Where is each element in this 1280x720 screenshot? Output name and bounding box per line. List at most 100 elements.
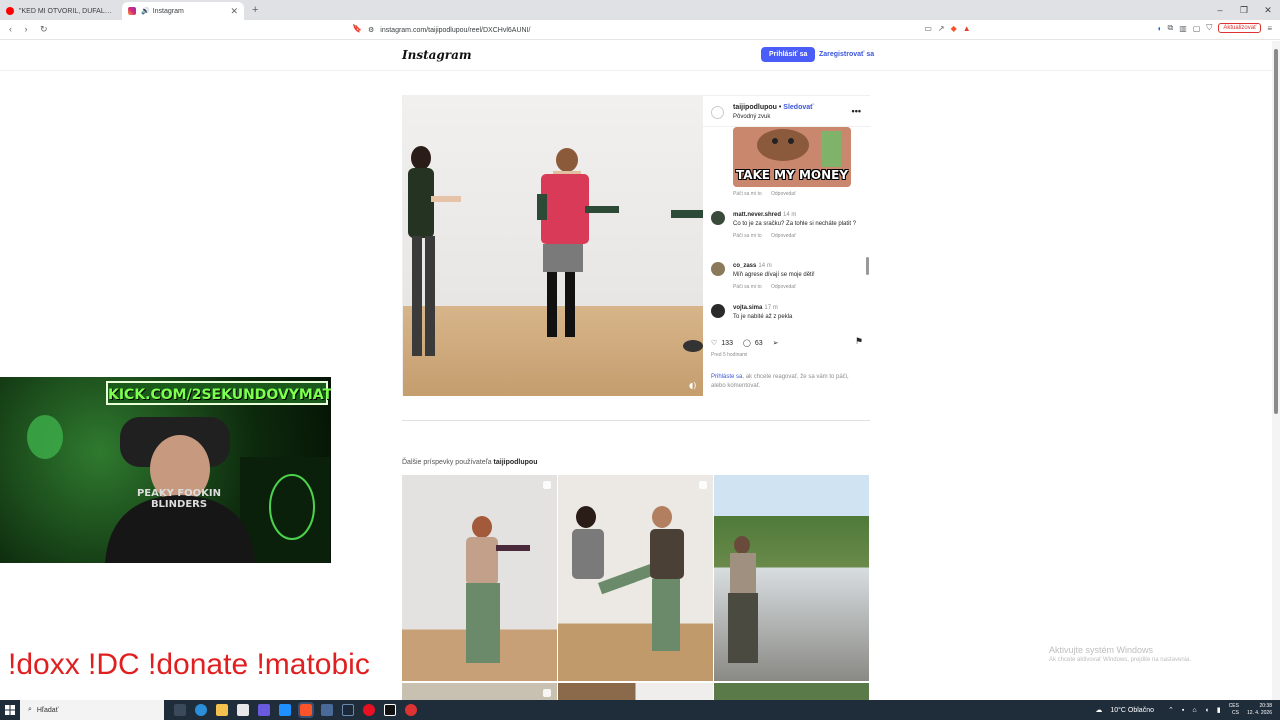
thumbnail-image	[572, 506, 684, 651]
minimize-icon[interactable]: –	[1208, 0, 1232, 20]
post-thumbnail[interactable]	[558, 475, 713, 681]
input-language[interactable]: CES CS	[1229, 703, 1239, 717]
author-username[interactable]: taijipodlupou	[733, 104, 777, 111]
save-icon[interactable]: ⚑	[855, 336, 863, 347]
speaker-icon: 🔊	[141, 8, 150, 15]
new-tab-button[interactable]: +	[252, 4, 258, 16]
post-thumbnail[interactable]	[714, 475, 869, 681]
extensions-icon[interactable]: ⧉	[1168, 23, 1174, 33]
comment-body: vojta.sima 17 m To je nabité až z pekla	[733, 304, 863, 322]
comments-scrollbar[interactable]	[866, 257, 869, 275]
author-avatar[interactable]	[711, 106, 724, 119]
tab-instagram[interactable]: 🔊 Instagram ✕	[122, 2, 244, 20]
close-window-icon[interactable]: ✕	[1256, 0, 1280, 20]
tray-icon[interactable]: ▪	[1182, 707, 1184, 714]
site-info-icon[interactable]: ⚙	[368, 26, 374, 34]
window-controls: – ❐ ✕	[1208, 0, 1280, 20]
vpn-icon[interactable]: ⛉	[1206, 23, 1212, 33]
webcam-overlay: KICK.COM/2SEKUNDOVYMATO PEAKY FOOKIN BLI…	[0, 377, 331, 563]
update-button[interactable]: Aktualizovať	[1218, 23, 1262, 33]
reply-link[interactable]: Odpovedať	[771, 284, 796, 290]
brave-shield-icon[interactable]: ◆	[951, 24, 957, 33]
address-bar[interactable]: ⚙ instagram.com/taijipodlupou/reel/DXCHv…	[368, 23, 908, 37]
signup-link[interactable]: Zaregistrovať sa	[819, 51, 874, 58]
chat-commands-overlay: !doxx !DC !donate !matobic	[8, 648, 370, 681]
more-posts-user[interactable]: taijipodlupou	[494, 459, 538, 466]
like-comment-link[interactable]: Páči sa mi to	[733, 284, 762, 290]
audio-icon[interactable]: ◖	[1157, 24, 1162, 33]
page-scrollbar[interactable]	[1272, 41, 1280, 700]
reel-video[interactable]: ◖)	[403, 96, 703, 396]
audio-label[interactable]: Pôvodný zvuk	[733, 114, 770, 120]
search-placeholder: Hľadať	[36, 706, 59, 714]
file-explorer-icon[interactable]	[216, 704, 228, 716]
obs-icon[interactable]	[384, 704, 396, 716]
reply-link[interactable]: Odpovedať	[771, 191, 796, 197]
comment-text: To je nabité až z pekla	[733, 314, 793, 320]
brave-rewards-icon[interactable]: ▲	[963, 24, 971, 33]
login-hint-link[interactable]: Prihláste sa	[711, 374, 742, 380]
cast-icon[interactable]: ▭	[924, 24, 932, 33]
commenter-name[interactable]: matt.never.shred	[733, 212, 781, 218]
tray-overflow-icon[interactable]: ⌃	[1168, 706, 1174, 714]
stream-banner: KICK.COM/2SEKUNDOVYMATO	[106, 381, 331, 405]
comment-icon[interactable]: ◯	[743, 339, 751, 347]
post-thumbnail[interactable]	[402, 475, 557, 681]
task-view-icon[interactable]	[174, 704, 186, 716]
bookmark-icon[interactable]: 🔖	[352, 24, 362, 33]
app-icon[interactable]	[321, 704, 333, 716]
reload-icon[interactable]: ↻	[40, 24, 48, 34]
commenter-name[interactable]: co_zass	[733, 263, 756, 269]
commenter-avatar[interactable]	[711, 211, 725, 225]
taskbar-search[interactable]: ⌕ Hľadať	[20, 700, 164, 720]
opera-icon[interactable]	[363, 704, 375, 716]
brave-icon[interactable]	[298, 702, 314, 718]
store-icon[interactable]	[237, 704, 249, 716]
app-icon[interactable]	[405, 704, 417, 716]
start-button[interactable]	[0, 700, 20, 720]
commenter-name[interactable]: vojta.sima	[733, 305, 762, 311]
page-scrollbar-thumb[interactable]	[1274, 49, 1278, 414]
like-comment-link[interactable]: Páči sa mi to	[733, 233, 762, 239]
activation-subtitle: Ak chcete aktivovať Windows, prejdite na…	[1049, 657, 1191, 663]
login-hint: Prihláste sa, ak chcete reagovať, že sa …	[711, 373, 861, 391]
steam-icon[interactable]	[342, 704, 354, 716]
forward-icon[interactable]: ›	[25, 24, 28, 34]
more-posts-heading: Ďalšie príspevky používateľa taijipodlup…	[402, 459, 537, 466]
menu-icon[interactable]: ≡	[1267, 24, 1272, 33]
thumbnail-image	[728, 536, 758, 663]
instagram-logo[interactable]: Instagram	[402, 48, 472, 62]
back-icon[interactable]: ‹	[9, 24, 12, 34]
weather-icon[interactable]: ☁	[1095, 706, 1102, 714]
network-icon[interactable]: ⌂	[1192, 707, 1196, 714]
tab-youtube[interactable]: "KEĎ MI OTVORIL, DÚFALA SOM, ŽE	[0, 2, 122, 20]
browser-tab-strip: "KEĎ MI OTVORIL, DÚFALA SOM, ŽE 🔊 Instag…	[0, 0, 1280, 20]
nav-buttons: ‹ › ↻	[4, 24, 53, 35]
commenter-avatar[interactable]	[711, 304, 725, 318]
battery-icon[interactable]: ▮	[1217, 706, 1221, 714]
share-icon[interactable]: ➢	[773, 339, 779, 347]
mail-icon[interactable]	[279, 704, 291, 716]
close-tab-icon[interactable]: ✕	[230, 6, 238, 17]
clock[interactable]: 20:38 12. 4. 2026	[1247, 703, 1272, 717]
reel-icon	[543, 689, 551, 697]
commenter-avatar[interactable]	[711, 262, 725, 276]
post-side-panel: taijipodlupou • Sledovať Pôvodný zvuk ••…	[703, 96, 871, 396]
video-frame: ◖)	[408, 146, 703, 390]
login-button[interactable]: Prihlásiť sa	[761, 47, 816, 62]
follow-button[interactable]: Sledovať	[783, 104, 813, 111]
thumbnail-image	[466, 516, 530, 663]
maximize-icon[interactable]: ❐	[1232, 0, 1256, 20]
like-comment-link[interactable]: Páči sa mi to	[733, 191, 762, 197]
more-options-icon[interactable]: •••	[852, 106, 861, 116]
heart-icon[interactable]: ♡	[711, 339, 717, 347]
edge-icon[interactable]	[195, 704, 207, 716]
app-icon[interactable]	[258, 704, 270, 716]
comment-time: 17 m	[764, 305, 778, 311]
volume-icon[interactable]: ◖	[1205, 707, 1209, 714]
weather-text[interactable]: 10°C Oblačno	[1110, 707, 1154, 714]
sidebar-icon[interactable]: ▥	[1179, 24, 1187, 33]
reply-link[interactable]: Odpovedať	[771, 233, 796, 239]
share-icon[interactable]: ↗	[938, 24, 945, 33]
wallet-icon[interactable]: ▢	[1193, 24, 1201, 33]
